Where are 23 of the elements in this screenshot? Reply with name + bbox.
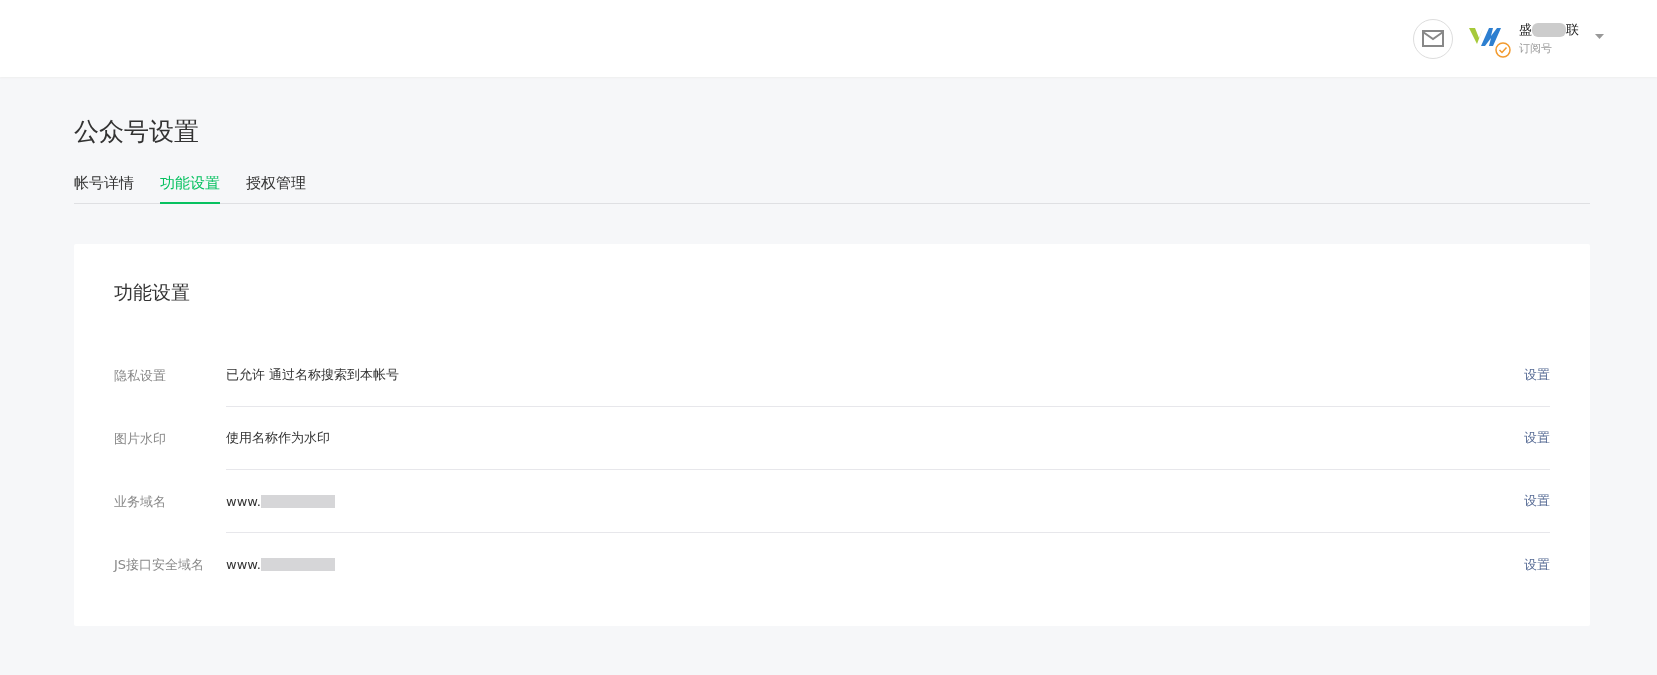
- settings-link[interactable]: 设置: [1524, 555, 1550, 574]
- redaction-mark: [1532, 23, 1566, 37]
- setting-value: 已允许 通过名称搜索到本帐号: [226, 366, 400, 384]
- settings-link[interactable]: 设置: [1524, 366, 1550, 384]
- setting-label: 图片水印: [114, 429, 167, 448]
- card-title: 功能设置: [114, 280, 191, 305]
- account-type: 订阅号: [1519, 41, 1553, 56]
- settings-link[interactable]: 设置: [1524, 429, 1550, 447]
- account-name: 盛: [1519, 21, 1532, 39]
- account-name: 联: [1566, 21, 1579, 39]
- envelope-icon: [1422, 30, 1444, 47]
- setting-label: 业务域名: [114, 492, 167, 511]
- settings-link[interactable]: 设置: [1524, 492, 1550, 510]
- verified-check-icon: [1495, 41, 1511, 58]
- setting-label: 隐私设置: [114, 366, 167, 385]
- setting-value: www.: [226, 557, 261, 572]
- setting-value: 使用名称作为水印: [226, 429, 330, 447]
- setting-value: www.: [226, 493, 261, 509]
- page-title: 公众号设置: [74, 116, 200, 148]
- tab[interactable]: 授权管理: [246, 174, 306, 204]
- tab[interactable]: 帐号详情: [74, 174, 134, 204]
- setting-label: JS接口安全域名: [114, 555, 206, 574]
- caret-icon[interactable]: [1595, 34, 1604, 39]
